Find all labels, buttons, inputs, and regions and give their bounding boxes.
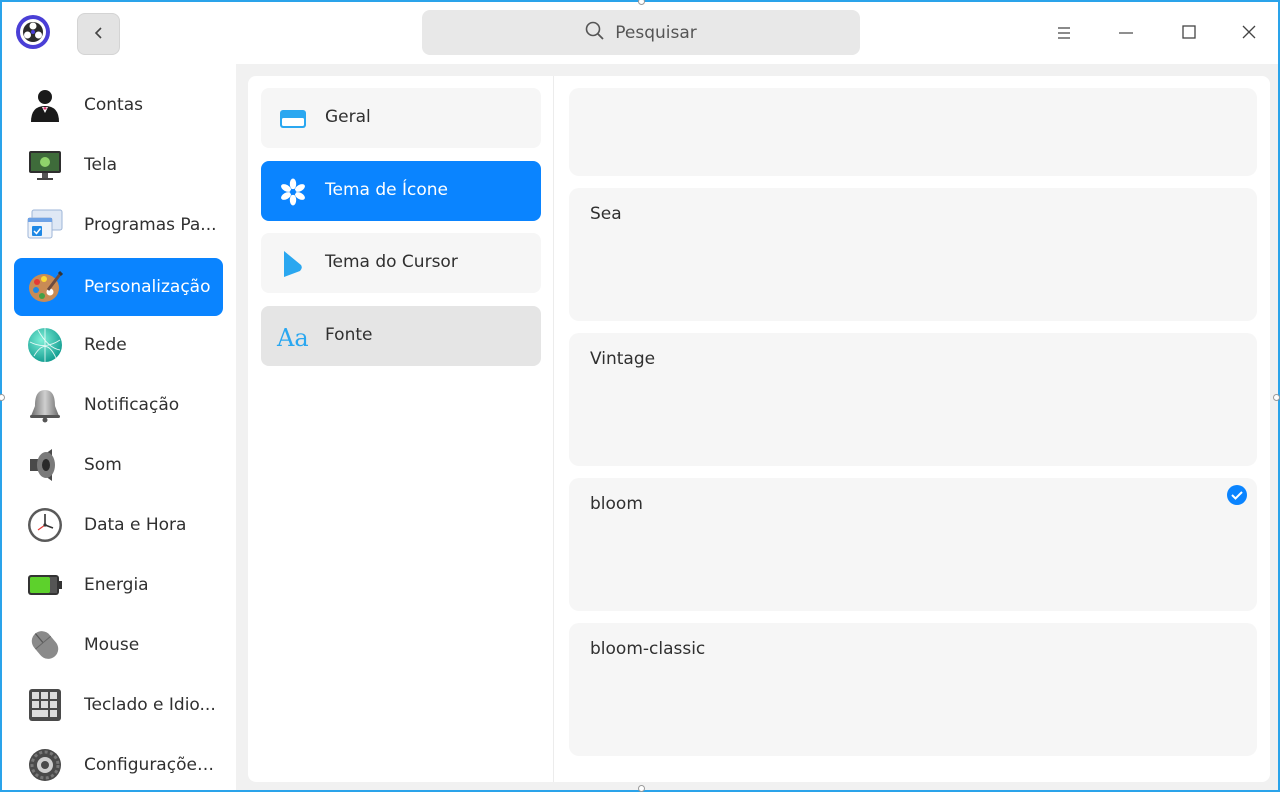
sidebar-item-personalization[interactable]: Personalização [14,258,223,316]
sidebar-item-sound[interactable]: Som [14,436,223,494]
gear-icon [26,746,64,784]
sidebar-item-display[interactable]: Tela [14,136,223,194]
theme-card[interactable]: Vintage [569,333,1257,466]
back-button[interactable] [77,13,120,55]
sidebar-item-notification[interactable]: Notificação [14,376,223,434]
close-icon [1241,24,1257,44]
theme-card-selected[interactable]: bloom [569,478,1257,611]
sidebar-item-label: Som [84,455,122,475]
sidebar-item-label: Mouse [84,635,140,655]
subnav-item-font[interactable]: Aa Fonte [261,306,541,366]
menu-icon [1056,25,1072,44]
maximize-icon [1181,24,1197,44]
subnav-item-cursor-theme[interactable]: Tema do Cursor [261,233,541,293]
subnav-item-label: Tema do Cursor [325,252,458,272]
sidebar-item-label: Tela [84,155,118,175]
search-input[interactable]: Pesquisar [422,10,860,55]
default-applications-icon [26,206,64,244]
clock-icon [26,506,64,544]
sidebar-item-label: Configurações... [84,755,219,775]
sidebar-item-label: Programas Pa... [84,215,217,235]
battery-icon [26,566,64,604]
sound-speaker-icon [26,446,64,484]
flower-icon [279,178,307,206]
sidebar-item-power[interactable]: Energia [14,556,223,614]
main-panel: Geral Tema de Ícone Tema do Cursor Aa Fo… [248,76,1270,782]
subnav-item-general[interactable]: Geral [261,88,541,148]
theme-card[interactable]: bloom-classic [569,623,1257,756]
mouse-icon [26,626,64,664]
sidebar: Contas Tela Programas Pa... Personalizaç… [2,64,236,790]
window-icon [279,105,307,133]
keyboard-icon [26,686,64,724]
personalization-icon [26,268,64,306]
deepin-control-center-icon [14,13,52,51]
sidebar-item-label: Rede [84,335,127,355]
notification-bell-icon [26,386,64,424]
subnav-item-icon-theme[interactable]: Tema de Ícone [261,161,541,221]
sidebar-item-label: Data e Hora [84,515,187,535]
theme-card[interactable] [569,88,1257,176]
sidebar-item-label: Teclado e Idio... [84,695,216,715]
sidebar-item-network[interactable]: Rede [14,316,223,374]
subnav-item-label: Geral [325,107,371,127]
title-bar: Pesquisar [2,2,1278,64]
icon-theme-list: Sea Vintage bloom bloom-classic [569,76,1257,782]
accounts-icon [26,86,64,124]
subnav-item-label: Fonte [325,325,373,345]
maximize-button[interactable] [1169,14,1209,54]
menu-button[interactable] [1044,14,1084,54]
sidebar-item-default-applications[interactable]: Programas Pa... [14,196,223,254]
subnav-item-label: Tema de Ícone [325,180,448,200]
sidebar-item-label: Personalização [84,277,211,297]
theme-name: bloom [590,494,643,514]
sidebar-item-general-settings[interactable]: Configurações... [14,736,223,794]
sidebar-item-label: Energia [84,575,149,595]
display-icon [26,146,64,184]
minimize-button[interactable] [1106,14,1146,54]
sidebar-item-accounts[interactable]: Contas [14,76,223,134]
chevron-left-icon [92,25,106,44]
search-icon [585,21,605,45]
sidebar-item-date-time[interactable]: Data e Hora [14,496,223,554]
theme-name: Vintage [590,349,656,369]
font-icon: Aa [277,324,309,352]
sidebar-item-label: Notificação [84,395,180,415]
personalization-subnav: Geral Tema de Ícone Tema do Cursor Aa Fo… [248,76,554,782]
sidebar-item-mouse[interactable]: Mouse [14,616,223,674]
cursor-icon [279,250,307,278]
theme-name: bloom-classic [590,639,706,659]
settings-window: Pesquisar Contas Tela Programas Pa... Pe… [0,0,1280,792]
theme-card[interactable]: Sea [569,188,1257,321]
checkmark-icon [1227,485,1247,505]
sidebar-item-keyboard[interactable]: Teclado e Idio... [14,676,223,734]
resize-handle-bottom[interactable] [638,785,645,792]
search-placeholder: Pesquisar [615,22,697,43]
close-button[interactable] [1229,14,1269,54]
minimize-icon [1118,25,1134,44]
resize-handle-right[interactable] [1273,394,1280,401]
theme-name: Sea [590,204,622,224]
sidebar-item-label: Contas [84,95,143,115]
network-icon [26,326,64,364]
